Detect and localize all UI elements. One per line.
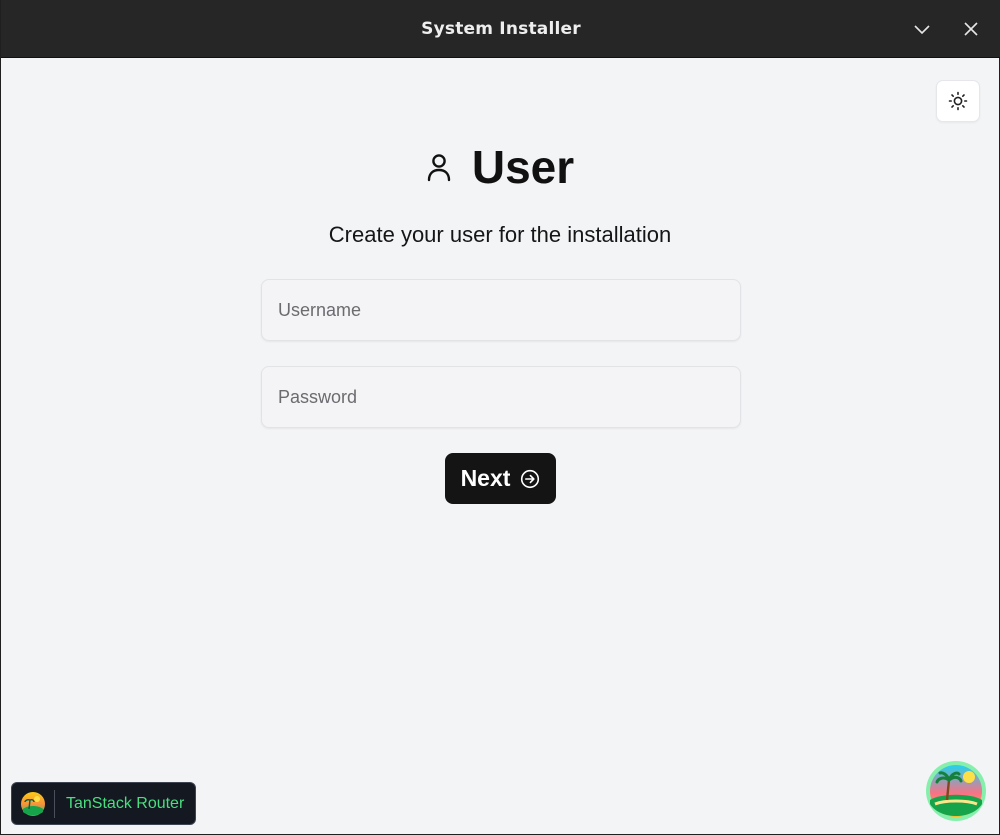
username-input[interactable] <box>261 279 741 341</box>
arrow-right-circle-icon <box>521 469 540 488</box>
tanstack-logo-icon <box>21 791 45 816</box>
chevron-down-icon <box>914 25 930 35</box>
next-button-label: Next <box>460 465 511 491</box>
tanstack-logo <box>12 783 54 824</box>
page-subtitle: Create your user for the installation <box>328 222 672 247</box>
divider <box>54 789 55 818</box>
minimize-button[interactable] <box>907 14 937 44</box>
sun-icon <box>948 91 968 111</box>
window-title: System Installer <box>421 19 581 39</box>
theme-toggle-button[interactable] <box>936 80 980 122</box>
password-input[interactable] <box>261 366 741 428</box>
page-title: User <box>471 141 575 193</box>
tanstack-router-devtools-button[interactable]: TanStack Router <box>11 782 196 825</box>
tanstack-palm-logo-icon <box>926 761 986 821</box>
installer-window: System Installer User Create your user f… <box>0 0 1000 835</box>
user-icon <box>427 154 451 182</box>
title-bar: System Installer <box>1 0 1000 58</box>
close-button[interactable] <box>956 14 986 44</box>
tanstack-query-devtools-button[interactable] <box>925 760 987 822</box>
page-heading: User <box>1 140 999 194</box>
close-icon <box>964 22 978 36</box>
next-button[interactable]: Next <box>445 453 556 504</box>
tanstack-router-label: TanStack Router <box>66 794 185 812</box>
